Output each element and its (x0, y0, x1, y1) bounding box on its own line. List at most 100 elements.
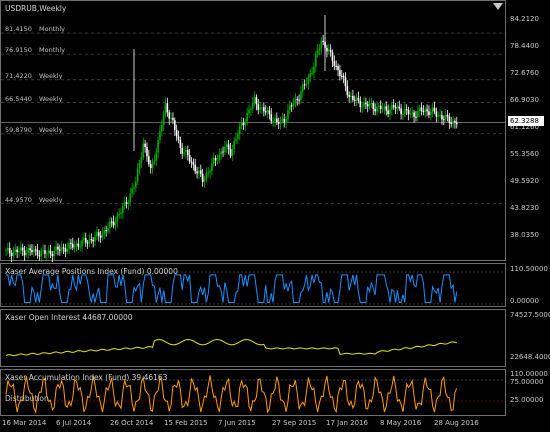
time-axis-label: 7 Jun 2015 (218, 419, 256, 427)
candle-body (424, 109, 427, 112)
candle-body (374, 109, 376, 112)
symbol-label: USDRUB,Weekly (5, 4, 67, 13)
time-axis-label: 26 Oct 2014 (110, 419, 154, 427)
time-axis[interactable]: 16 Mar 2014 6 Jul 2014 26 Oct 2014 15 Feb 2… (0, 416, 550, 432)
candle-body (224, 147, 226, 152)
candle-body (21, 247, 24, 251)
candle-body (420, 107, 423, 111)
candle-body (42, 250, 44, 252)
candle-body (123, 202, 126, 206)
candle-body (235, 138, 237, 142)
candle-body (370, 103, 373, 105)
candle-body (433, 107, 436, 112)
candle-body (90, 239, 93, 241)
candle-body (161, 124, 163, 132)
oi-axis-bottom: 22648.40000 (510, 353, 550, 361)
candle-body (311, 72, 313, 74)
chart-menu-icon[interactable] (493, 3, 503, 10)
candle-body (86, 242, 89, 244)
candle-body (270, 114, 273, 122)
candle-body (368, 103, 371, 107)
api-title: Xaser Average Positions Index (Fund) 0.0… (5, 267, 178, 276)
level-price: 71.4220 (5, 71, 32, 80)
candle-body (168, 112, 171, 119)
candle-body (133, 187, 135, 189)
candle-body (188, 155, 191, 162)
candle-body (198, 170, 200, 174)
candle-body (5, 250, 7, 252)
candle-body (322, 40, 325, 42)
candle-body (211, 163, 213, 172)
candle-body (277, 122, 280, 124)
candle-body (350, 95, 352, 97)
candle-body (116, 215, 119, 222)
candle-body (307, 77, 310, 84)
candle-body (407, 109, 410, 115)
candle-body (422, 110, 425, 112)
candlestick-chart (1, 15, 507, 262)
api-line (6, 274, 458, 303)
current-price-box: 62.3288 (508, 116, 544, 126)
aci-title: Xaser Accumulation Index (Fund) 39.46163 (5, 373, 168, 382)
candle-body (131, 188, 133, 194)
candle-body (272, 121, 274, 123)
candle-body (442, 119, 445, 121)
candle-body (105, 230, 107, 232)
candle-body (233, 141, 235, 149)
candle-body (391, 105, 393, 110)
price-chart-pane[interactable]: USDRUB,Weekly 81.4150 Monthly 76.9150 Month… (0, 0, 507, 262)
candle-body (58, 249, 61, 251)
time-axis-label: 16 Mar 2014 (2, 419, 47, 427)
candle-body (16, 249, 18, 253)
candle-body (122, 205, 124, 213)
candle-body (346, 86, 349, 96)
candle-body (170, 117, 172, 119)
candle-body (404, 109, 406, 114)
candle-body (300, 91, 302, 100)
candle-body (53, 250, 56, 257)
candle-body (320, 40, 323, 49)
oi-indicator-pane[interactable]: Xaser Open Interest 44687.00000 (0, 309, 506, 367)
candle-body (14, 249, 17, 252)
level-timeframe: Weekly (39, 94, 63, 103)
candle-body (274, 118, 276, 122)
aci-axis-top: 110.00000 (510, 370, 548, 378)
candle-body (361, 106, 363, 108)
candle-body (151, 162, 154, 169)
candle-body (335, 66, 337, 68)
candle-body (389, 109, 391, 115)
candle-body (365, 102, 367, 105)
candle-body (285, 119, 287, 123)
level-price: 76.9150 (5, 46, 32, 55)
candle-body (201, 173, 204, 182)
candle-body (107, 227, 109, 232)
api-axis-top: 110.50000 (510, 265, 548, 273)
candle-body (378, 105, 380, 107)
candle-body (81, 240, 83, 247)
candle-body (283, 118, 286, 123)
candle-body (446, 115, 449, 117)
level-price: 66.5440 (5, 94, 32, 103)
candle-body (138, 162, 141, 169)
candle-body (186, 150, 189, 156)
candle-body (55, 246, 57, 251)
candle-body (8, 248, 11, 253)
candle-body (448, 116, 451, 123)
api-indicator-pane[interactable]: Xaser Average Positions Index (Fund) 0.0… (0, 263, 507, 307)
candle-body (302, 84, 304, 92)
candle-body (101, 233, 104, 238)
candle-body (146, 147, 148, 157)
candle-body (326, 47, 328, 52)
candle-body (428, 111, 430, 115)
candle-body (166, 103, 169, 113)
price-axis-label: 43.8230 (510, 203, 539, 212)
candle-body (309, 73, 312, 78)
candle-body (327, 49, 330, 52)
candle-body (344, 77, 347, 87)
candle-body (174, 120, 176, 130)
candle-body (157, 140, 159, 153)
price-axis-label: 55.3560 (510, 149, 539, 158)
aci-indicator-pane[interactable]: Xaser Accumulation Index (Fund) 39.46163… (0, 369, 507, 416)
price-axis[interactable]: 84.2120 78.4400 72.6760 66.9030 61.1260 55.35… (506, 0, 550, 261)
candle-body (455, 122, 458, 125)
